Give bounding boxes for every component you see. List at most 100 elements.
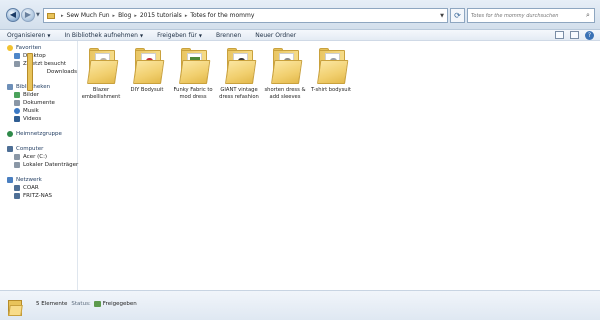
music-icon (14, 108, 20, 114)
share-label: Freigeben für (157, 31, 197, 39)
sidebar-item-label: FRITZ-NAS (23, 193, 52, 199)
include-library-label: In Bibliothek aufnehmen (64, 31, 138, 39)
sidebar-item-label: Acer (C:) (23, 154, 48, 160)
sidebar-item-label: Bilder (23, 92, 39, 98)
breadcrumb-label: Totes for the mommy (190, 12, 255, 19)
folder-item[interactable]: Blazer embellishment (79, 46, 123, 100)
sidebar-item-label: Videos (23, 116, 42, 122)
sidebar-item-network[interactable]: Netzwerk (0, 176, 77, 184)
sidebar-item-local-disk[interactable]: Lokaler Datenträger (0, 161, 78, 169)
folder-item[interactable]: DIY Bodysuit (125, 46, 169, 94)
new-folder-button[interactable]: Neuer Ordner (248, 32, 303, 39)
desktop-icon (14, 53, 20, 59)
refresh-button[interactable]: ⟳ (450, 8, 465, 23)
sidebar-item-downloads[interactable]: Downloads (0, 53, 77, 91)
sidebar-item-drive-c[interactable]: Acer (C:) (0, 153, 77, 161)
shared-icon (93, 301, 101, 307)
computer-group: Computer Acer (C:) Lokaler Datenträger (0, 145, 78, 169)
search-icon[interactable]: ⌕ (583, 11, 593, 20)
help-icon[interactable]: ? (585, 30, 594, 40)
back-button[interactable]: ◀ (6, 8, 20, 22)
preview-pane-icon[interactable] (570, 31, 579, 39)
sidebar-item-label: Computer (16, 146, 44, 152)
recent-places-icon (14, 61, 20, 67)
navigation-pane: Favoriten Desktop Zuletzt besucht Downlo… (0, 41, 78, 290)
sidebar-item-desktop[interactable]: Desktop (0, 52, 77, 60)
sidebar-item-fritz-nas[interactable]: FRITZ-NAS (0, 192, 77, 200)
breadcrumb-label: Sew Much Fun (66, 12, 110, 19)
folder-item[interactable]: GIANT vintage dress refashion (217, 46, 261, 100)
sidebar-item-homegroup[interactable]: Heimnetzgruppe (0, 130, 77, 138)
folder-icon (86, 46, 119, 84)
pictures-icon (14, 92, 20, 98)
folder-item[interactable]: T-shirt bodysuit (309, 46, 353, 94)
chevron-down-icon: ▼ (198, 32, 202, 38)
folder-icon (316, 46, 349, 84)
folder-label: Funky Fabric to mod dress (173, 87, 213, 100)
view-options-icon[interactable] (555, 31, 564, 39)
toolbar-right: ? (549, 30, 600, 40)
sidebar-item-favorites[interactable]: Favoriten (0, 44, 77, 52)
details-pane: 5 Elemente Status: Freigegeben (0, 290, 600, 320)
sidebar-item-coar[interactable]: COAR (0, 184, 77, 192)
star-icon (7, 45, 13, 51)
status-value: Freigegeben (102, 301, 137, 307)
network-group: Netzwerk COAR FRITZ-NAS (0, 176, 77, 200)
breadcrumb-item[interactable]: ▸ Totes for the mommy (182, 12, 255, 19)
command-bar: Organisieren ▼ In Bibliothek aufnehmen ▼ F… (0, 30, 600, 41)
folder-item[interactable]: Funky Fabric to mod dress (171, 46, 215, 100)
folder-icon (47, 12, 55, 19)
sidebar-item-recent[interactable]: Zuletzt besucht (0, 60, 77, 68)
folder-icon (224, 46, 257, 84)
status-label: Status: (71, 301, 91, 307)
drive-icon (14, 162, 20, 168)
drive-icon (14, 154, 20, 160)
network-computer-icon (14, 193, 20, 199)
network-icon (7, 177, 13, 183)
sidebar-item-label: Dokumente (23, 100, 55, 106)
include-in-library-menu[interactable]: In Bibliothek aufnehmen ▼ (57, 32, 150, 39)
sidebar-item-music[interactable]: Musik (0, 107, 77, 115)
status-text: 5 Elemente Status: Freigegeben (36, 301, 137, 307)
sidebar-item-label: Desktop (23, 53, 46, 59)
breadcrumb-item[interactable]: ▸ Blog (110, 12, 132, 19)
address-field[interactable]: ▸ Sew Much Fun ▸ Blog ▸ 2015 tutorials ▸ Tot… (43, 8, 448, 23)
sidebar-item-label: Bibliotheken (16, 84, 51, 90)
sidebar-item-videos[interactable]: Videos (0, 115, 77, 123)
chevron-down-icon: ▼ (139, 32, 144, 38)
sidebar-item-libraries[interactable]: Bibliotheken (0, 83, 77, 91)
address-dropdown-icon[interactable]: ▼ (437, 13, 447, 19)
burn-button[interactable]: Brennen (209, 32, 248, 39)
sidebar-item-label: Downloads (46, 69, 77, 75)
folder-icon (132, 46, 165, 84)
libraries-group: Bibliotheken Bilder Dokumente Musik Vide… (0, 83, 77, 123)
sidebar-item-computer[interactable]: Computer (0, 145, 77, 153)
sidebar-item-documents[interactable]: Dokumente (0, 99, 77, 107)
folder-icon (270, 46, 303, 84)
network-computer-icon (14, 185, 20, 191)
breadcrumb-label: 2015 tutorials (139, 12, 182, 19)
homegroup-group: Heimnetzgruppe (0, 130, 77, 138)
downloads-folder-icon (27, 53, 34, 91)
forward-button[interactable]: ▶ (21, 8, 35, 22)
sidebar-item-pictures[interactable]: Bilder (0, 91, 77, 99)
favorites-group: Favoriten Desktop Zuletzt besucht Downlo… (0, 44, 77, 91)
organize-label: Organisieren (7, 31, 46, 39)
folder-label: shorten dress & add sleeves (264, 87, 306, 100)
breadcrumb-label: Blog (118, 12, 132, 19)
library-icon (7, 84, 13, 90)
search-input[interactable] (471, 12, 583, 19)
computer-icon (7, 146, 13, 152)
breadcrumb-item[interactable]: ▸ Sew Much Fun (58, 12, 110, 19)
folder-label: T-shirt bodysuit (310, 87, 352, 93)
share-with-menu[interactable]: Freigeben für ▼ (150, 32, 209, 39)
organize-menu[interactable]: Organisieren ▼ (0, 32, 57, 39)
folder-label: GIANT vintage dress refashion (219, 87, 259, 100)
recent-pages-dropdown-icon[interactable]: ▼ (36, 12, 40, 18)
breadcrumb-item[interactable]: ▸ 2015 tutorials (131, 12, 181, 19)
folder-item[interactable]: shorten dress & add sleeves (263, 46, 307, 100)
sidebar-item-label: Heimnetzgruppe (16, 131, 62, 137)
search-box[interactable]: ⌕ (467, 8, 595, 23)
sidebar-item-label: Musik (23, 108, 39, 114)
chevron-down-icon: ▼ (47, 32, 51, 38)
